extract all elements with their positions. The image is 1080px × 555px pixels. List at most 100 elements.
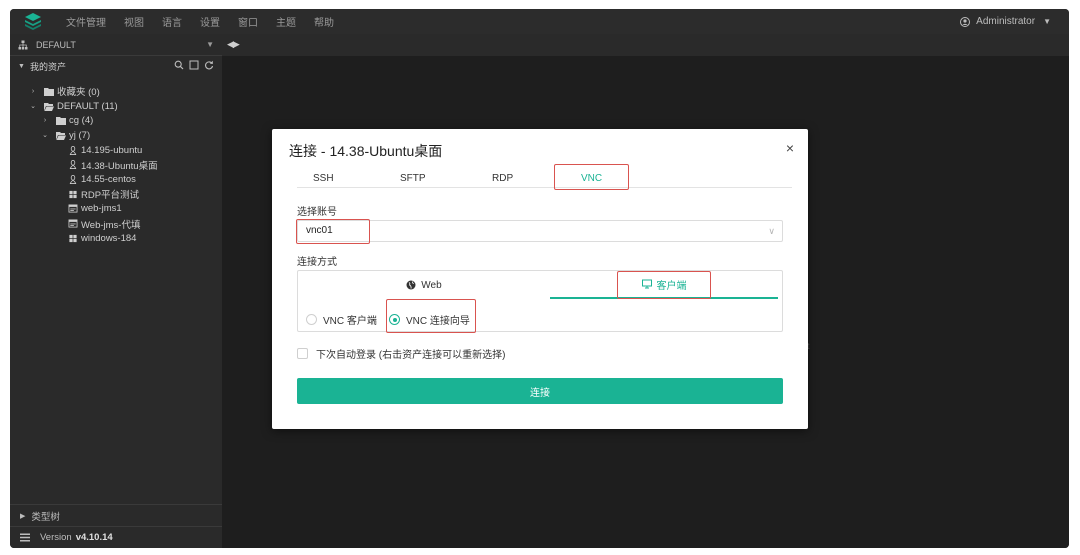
expand-all-icon[interactable] bbox=[189, 60, 199, 70]
menu-window[interactable]: 窗口 bbox=[238, 14, 258, 29]
caret-down-icon: ▼ bbox=[206, 40, 214, 49]
method-tab-label: 客户端 bbox=[656, 280, 687, 292]
scroll-tabs-icon[interactable]: ◀▶ bbox=[227, 39, 240, 50]
menu-language[interactable]: 语言 bbox=[162, 14, 182, 29]
protocol-tabs: SSH SFTP RDP VNC bbox=[297, 166, 792, 188]
session-tab-strip: ◀▶ bbox=[222, 34, 1069, 56]
menu-bar: 文件管理 视图 语言 设置 窗口 主题 帮助 Administrator ▼ bbox=[10, 9, 1069, 34]
close-icon[interactable]: × bbox=[786, 140, 794, 156]
my-assets-title: 我的资产 bbox=[29, 61, 66, 72]
monitor-icon bbox=[641, 279, 652, 289]
app-logo-icon bbox=[25, 13, 41, 30]
expand-arrow-icon[interactable]: ⌄ bbox=[40, 131, 50, 139]
type-tree-toggle[interactable]: ▶ 类型树 bbox=[10, 504, 222, 526]
expand-arrow-icon: ▶ bbox=[20, 512, 26, 520]
tab-sftp[interactable]: SFTP bbox=[400, 173, 426, 184]
tree-node-default[interactable]: ⌄ DEFAULT (11) bbox=[10, 99, 222, 114]
menu-help[interactable]: 帮助 bbox=[314, 14, 334, 29]
org-name: DEFAULT bbox=[36, 39, 76, 50]
method-label: 连接方式 bbox=[297, 257, 337, 268]
asset-tree: › 收藏夹 (0) ⌄ DEFAULT (11) › cg (4) ⌄ yj (… bbox=[10, 76, 222, 246]
connect-button[interactable]: 连接 bbox=[297, 378, 783, 404]
menu-file[interactable]: 文件管理 bbox=[66, 14, 106, 29]
windows-icon bbox=[69, 234, 77, 242]
user-icon bbox=[960, 16, 971, 27]
folder-icon bbox=[56, 117, 66, 126]
tree-node-cg[interactable]: › cg (4) bbox=[10, 113, 222, 128]
linux-icon bbox=[69, 160, 77, 170]
tree-node-label: 14.55-centos bbox=[81, 173, 136, 185]
org-selector[interactable]: DEFAULT ▼ bbox=[10, 34, 222, 56]
expand-arrow-icon[interactable]: › bbox=[28, 88, 38, 95]
chevron-down-icon: ∨ bbox=[768, 226, 775, 236]
tree-node-label: 14.195-ubuntu bbox=[81, 144, 143, 156]
my-assets-header[interactable]: ▼ 我的资产 bbox=[10, 56, 222, 76]
tree-node-label: DEFAULT (11) bbox=[57, 100, 118, 112]
dialog-title: 连接 - 14.38-Ubuntu桌面 bbox=[289, 143, 443, 159]
option-vnc-wizard[interactable]: VNC 连接向导 bbox=[389, 312, 470, 327]
tree-node-label: 收藏夹 (0) bbox=[57, 87, 100, 99]
tree-node-label: cg (4) bbox=[69, 115, 94, 127]
list-icon[interactable] bbox=[20, 533, 30, 542]
search-icon[interactable] bbox=[174, 60, 184, 70]
method-tab-client[interactable]: 客户端 bbox=[550, 271, 778, 299]
tree-node-asset[interactable]: 14.38-Ubuntu桌面 bbox=[10, 157, 222, 172]
connect-dialog: 连接 - 14.38-Ubuntu桌面 × SSH SFTP RDP VNC 选… bbox=[272, 129, 808, 429]
version-number: v4.10.14 bbox=[75, 532, 113, 543]
tab-vnc[interactable]: VNC bbox=[581, 173, 602, 184]
tree-node-label: web-jms1 bbox=[81, 203, 122, 215]
folder-open-icon bbox=[56, 131, 66, 140]
linux-icon bbox=[69, 174, 77, 184]
collapse-icon: ▼ bbox=[18, 62, 25, 70]
tree-node-favorites[interactable]: › 收藏夹 (0) bbox=[10, 84, 222, 99]
web-icon bbox=[68, 219, 78, 228]
user-name: Administrator bbox=[976, 16, 1036, 27]
tree-node-asset[interactable]: windows-184 bbox=[10, 231, 222, 246]
tree-node-label: yj (7) bbox=[69, 129, 91, 141]
tab-rdp[interactable]: RDP bbox=[492, 173, 513, 184]
tree-node-asset[interactable]: web-jms1 bbox=[10, 202, 222, 217]
user-menu[interactable]: Administrator ▼ bbox=[960, 9, 1051, 34]
tree-node-asset[interactable]: 14.195-ubuntu bbox=[10, 143, 222, 158]
tree-node-label: Web-jms-代填 bbox=[81, 219, 141, 231]
checkbox[interactable] bbox=[297, 348, 308, 359]
auto-login-label: 下次自动登录 (右击资产连接可以重新选择) bbox=[316, 350, 506, 361]
account-label: 选择账号 bbox=[297, 207, 337, 218]
refresh-icon[interactable] bbox=[204, 60, 214, 70]
menu-view[interactable]: 视图 bbox=[124, 14, 144, 29]
radio-button[interactable] bbox=[306, 314, 317, 325]
radio-button-selected[interactable] bbox=[389, 314, 400, 325]
expand-arrow-icon[interactable]: › bbox=[40, 117, 50, 124]
method-tab-label: Web bbox=[421, 279, 442, 291]
tab-ssh[interactable]: SSH bbox=[313, 173, 334, 184]
option-label: VNC 客户端 bbox=[323, 316, 377, 327]
linux-icon bbox=[69, 145, 77, 155]
version-label: Version bbox=[40, 532, 72, 543]
tree-node-asset[interactable]: Web-jms-代填 bbox=[10, 216, 222, 231]
tree-node-label: RDP平台测试 bbox=[81, 190, 140, 202]
tree-node-label: 14.38-Ubuntu桌面 bbox=[81, 160, 158, 172]
caret-down-icon: ▼ bbox=[1043, 17, 1051, 26]
menu-theme[interactable]: 主题 bbox=[276, 14, 296, 29]
account-select[interactable]: vnc01 ∨ bbox=[297, 220, 783, 242]
sidebar: DEFAULT ▼ ▼ 我的资产 › 收藏夹 (0) ⌄ DEFAULT (11… bbox=[10, 34, 222, 548]
type-tree-label: 类型树 bbox=[31, 511, 60, 523]
option-label: VNC 连接向导 bbox=[406, 316, 470, 327]
menu-settings[interactable]: 设置 bbox=[200, 14, 220, 29]
folder-icon bbox=[44, 87, 54, 96]
globe-icon bbox=[406, 280, 416, 290]
folder-open-icon bbox=[44, 102, 54, 111]
tree-node-yj[interactable]: ⌄ yj (7) bbox=[10, 128, 222, 143]
expand-arrow-icon[interactable]: ⌄ bbox=[28, 102, 38, 110]
auto-login-option[interactable]: 下次自动登录 (右击资产连接可以重新选择) bbox=[297, 346, 505, 361]
tree-node-asset[interactable]: RDP平台测试 bbox=[10, 187, 222, 202]
connect-method-panel: Web 客户端 VNC 客户端 VNC 连接向导 bbox=[297, 270, 783, 332]
tree-node-asset[interactable]: 14.55-centos bbox=[10, 172, 222, 187]
account-value: vnc01 bbox=[306, 225, 333, 236]
windows-icon bbox=[69, 190, 77, 198]
option-vnc-client[interactable]: VNC 客户端 bbox=[306, 312, 377, 327]
tree-node-label: windows-184 bbox=[81, 232, 137, 244]
method-tab-web[interactable]: Web bbox=[298, 271, 550, 299]
web-icon bbox=[68, 204, 78, 213]
version-bar: Version v4.10.14 bbox=[10, 526, 222, 548]
